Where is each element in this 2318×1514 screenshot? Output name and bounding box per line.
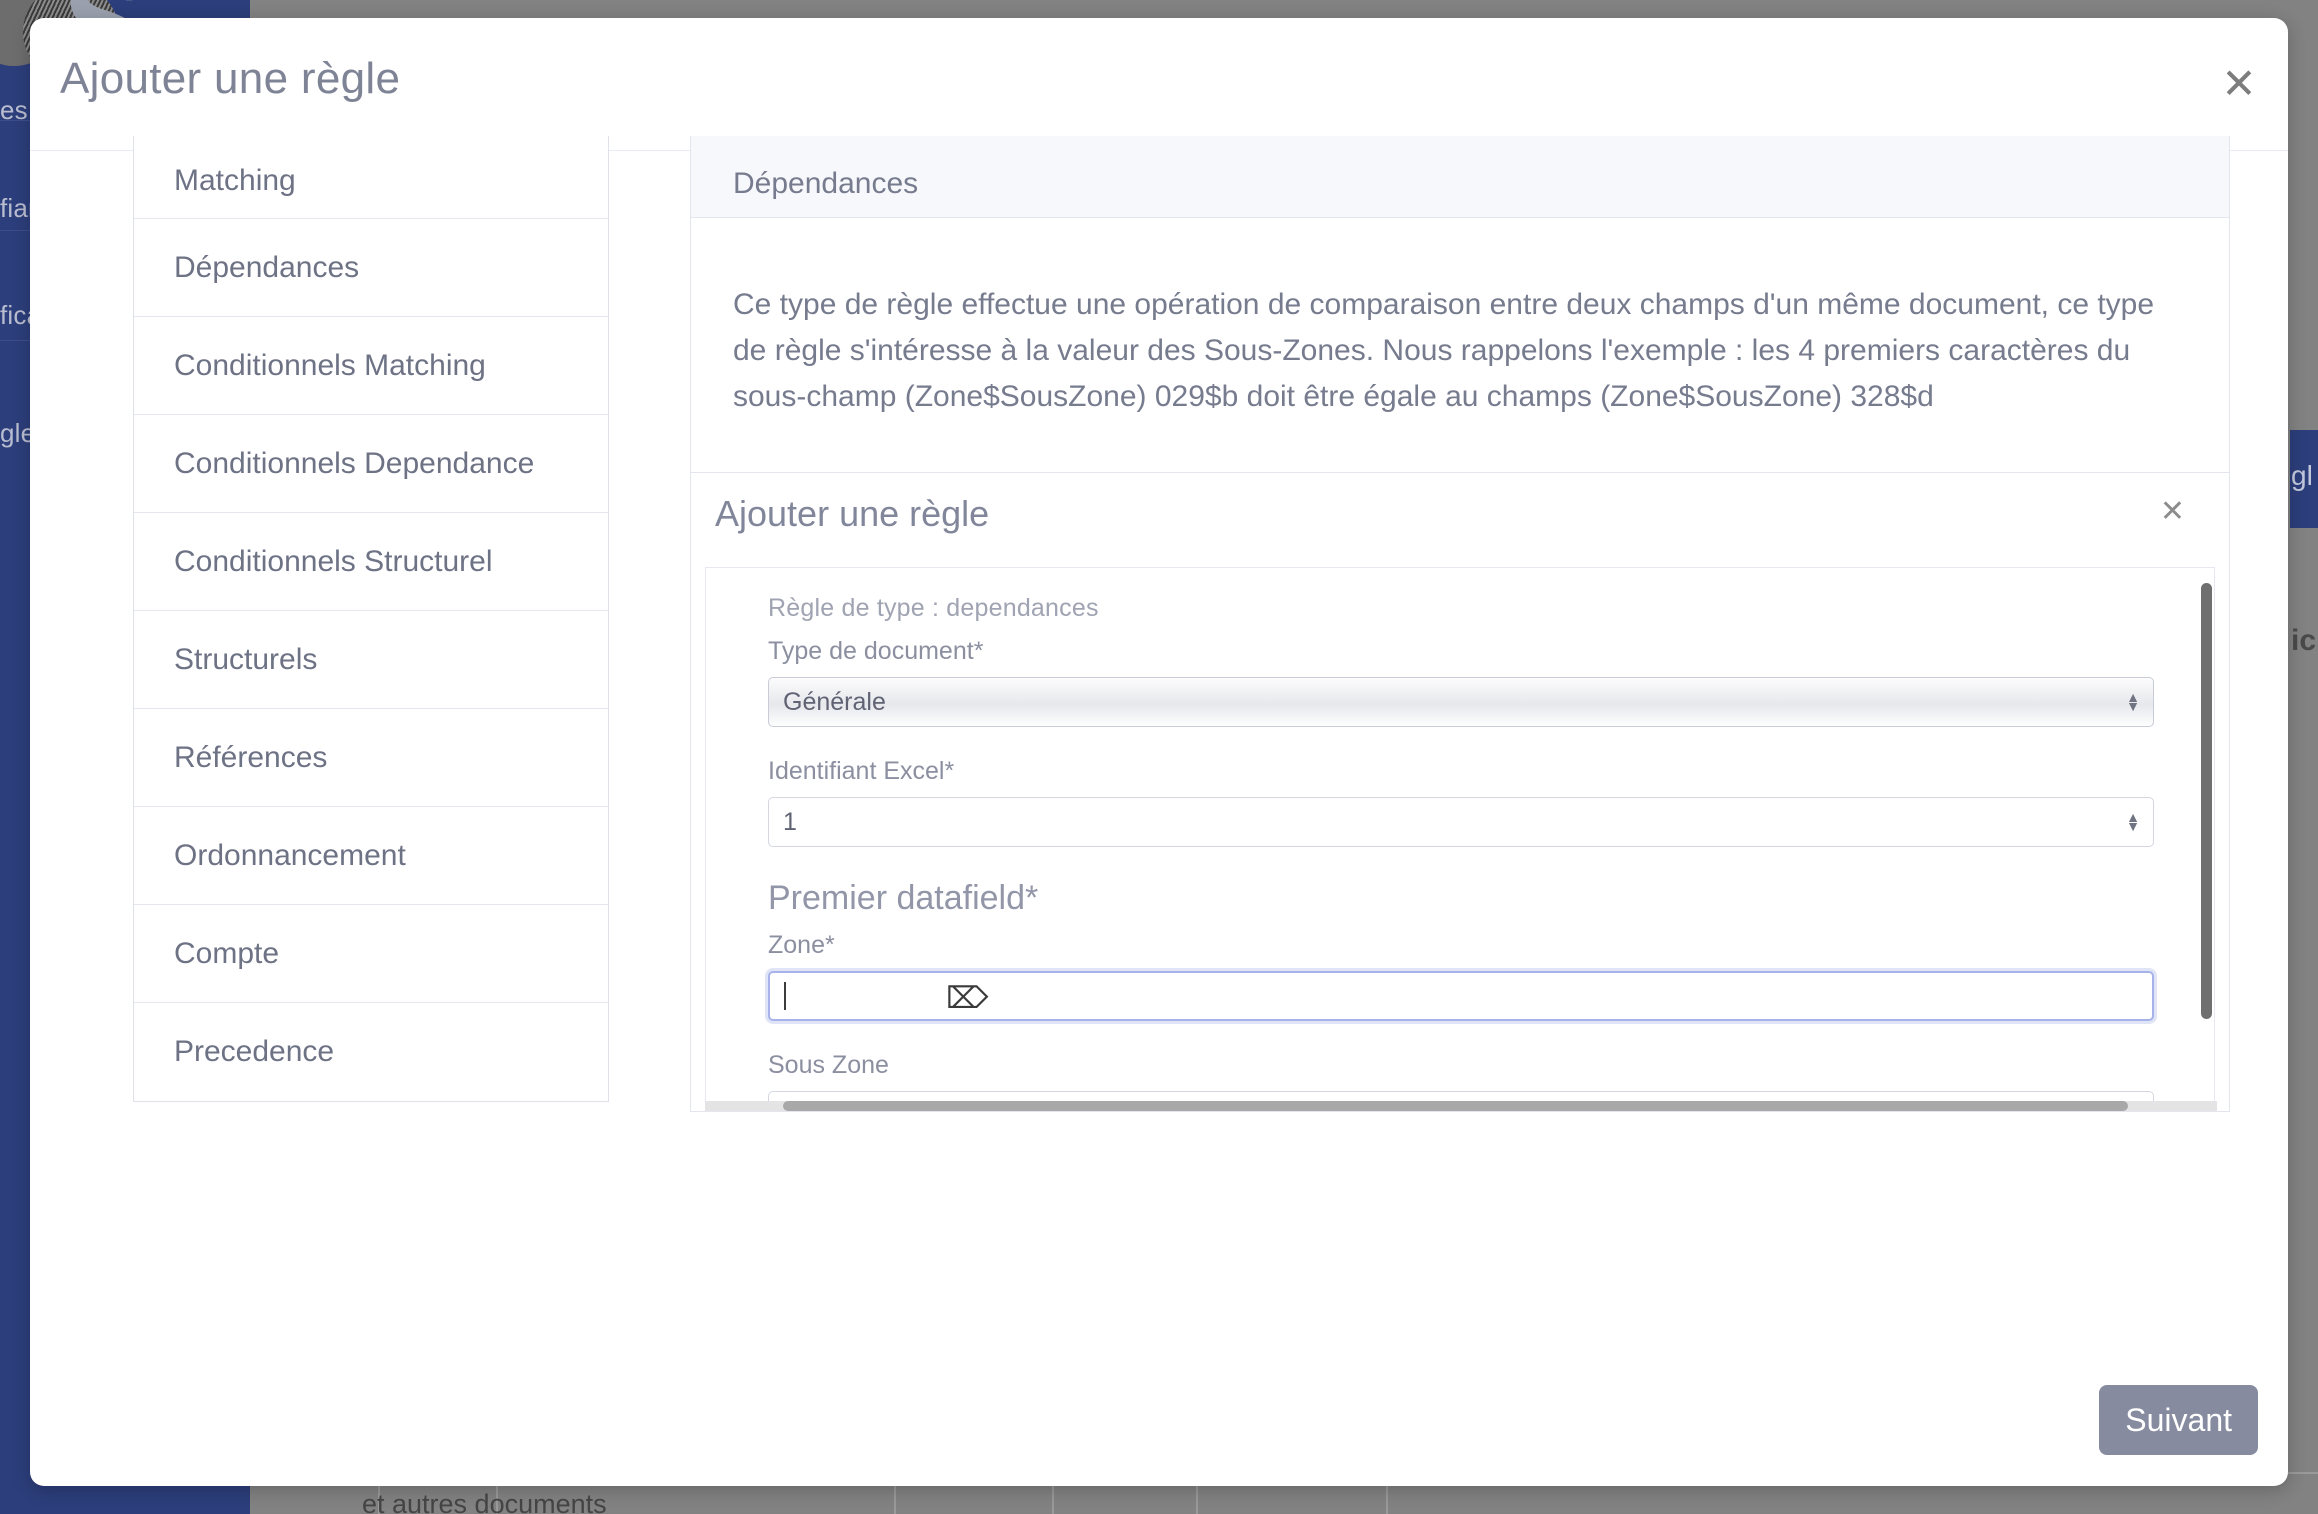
excel-id-label: Identifiant Excel* — [768, 757, 955, 785]
excel-id-value: 1 — [783, 807, 797, 836]
text-caret — [784, 982, 786, 1010]
document-type-select[interactable]: Générale ▲ ▼ — [768, 677, 2154, 727]
first-zone-input[interactable]: ⌦ — [768, 971, 2154, 1021]
sidebar-item-structurels[interactable]: Structurels — [134, 611, 608, 709]
background-chip-label: gl — [2291, 460, 2313, 491]
rule-nav-label: Références — [174, 740, 328, 774]
rule-nav-label: Conditionnels Matching — [174, 348, 486, 382]
rule-detail-panel: Dépendances Ce type de règle effectue un… — [690, 136, 2230, 1112]
modal-body: Matching Dépendances Conditionnels Match… — [30, 136, 2288, 1486]
chevron-updown-icon: ▲ ▼ — [2126, 689, 2140, 714]
next-button[interactable]: Suivant — [2099, 1385, 2258, 1455]
rule-nav-label: Dépendances — [174, 250, 360, 284]
excel-id-input[interactable]: 1 ▲ ▼ — [768, 797, 2154, 847]
rule-nav-label: Ordonnancement — [174, 838, 406, 872]
rule-form: Règle de type : dependances Type de docu… — [706, 568, 2214, 1110]
number-stepper-icon[interactable]: ▲ ▼ — [2126, 810, 2140, 833]
sidebar-item-references[interactable]: Références — [134, 709, 608, 807]
sidebar-item-conditionnels-matching[interactable]: Conditionnels Matching — [134, 317, 608, 415]
form-horizontal-scrollbar-thumb[interactable] — [783, 1101, 2128, 1111]
rule-nav-label: Structurels — [174, 642, 318, 676]
rule-nav-label: Conditionnels Dependance — [174, 446, 535, 480]
sidebar-item-precedence[interactable]: Precedence — [134, 1003, 608, 1101]
modal-footer: Suivant — [30, 1374, 2288, 1486]
table-cell-text: et autres documents — [362, 1489, 607, 1514]
close-icon[interactable]: ✕ — [2160, 497, 2185, 527]
rule-form-scroll-area: Règle de type : dependances Type de docu… — [705, 567, 2215, 1111]
mouse-text-cursor-icon: ⌦ — [946, 982, 989, 1015]
detail-heading: Dépendances — [691, 136, 2229, 218]
add-rule-card: Ajouter une règle ✕ Règle de type : depe… — [691, 472, 2229, 1111]
background-right-text: ic — [2291, 624, 2317, 657]
rule-nav-label: Conditionnels Structurel — [174, 544, 493, 578]
document-type-label: Type de document* — [768, 637, 984, 665]
rule-nav-label: Compte — [174, 936, 280, 970]
first-zone-label: Zone* — [768, 931, 835, 959]
modal-header: Ajouter une règle ✕ — [30, 18, 2288, 151]
form-vertical-scrollbar[interactable] — [2201, 569, 2212, 1110]
add-rule-card-title: Ajouter une règle — [715, 493, 990, 534]
sidebar-item-fragment[interactable]: es — [0, 95, 28, 126]
add-rule-modal: Ajouter une règle ✕ Matching Dépendances… — [30, 18, 2288, 1486]
page-title: Ajouter une règle — [60, 54, 401, 103]
sidebar-item-conditionnels-structurel[interactable]: Conditionnels Structurel — [134, 513, 608, 611]
sidebar-item-conditionnels-dependance[interactable]: Conditionnels Dependance — [134, 415, 608, 513]
document-type-value: Générale — [783, 687, 886, 716]
rule-nav-label: Precedence — [174, 1035, 335, 1068]
rule-nav-label: Matching — [174, 164, 296, 197]
sidebar-item-ordonnancement[interactable]: Ordonnancement — [134, 807, 608, 905]
form-vertical-scrollbar-thumb[interactable] — [2201, 583, 2212, 1019]
sidebar-item-compte[interactable]: Compte — [134, 905, 608, 1003]
rule-type-list: Matching Dépendances Conditionnels Match… — [133, 136, 609, 1102]
form-horizontal-scrollbar[interactable] — [705, 1101, 2217, 1111]
first-subzone-label: Sous Zone — [768, 1051, 889, 1079]
sidebar-item-matching[interactable]: Matching — [134, 136, 608, 219]
close-icon[interactable]: ✕ — [2217, 63, 2261, 108]
sidebar-item-dependances[interactable]: Dépendances — [134, 219, 608, 317]
rule-type-kicker: Règle de type : dependances — [768, 594, 1099, 622]
page-root: S es fian fica gle gl ic et autres docum… — [0, 0, 2318, 1514]
add-rule-card-header: Ajouter une règle ✕ — [691, 473, 2229, 567]
first-datafield-title: Premier datafield* — [768, 879, 1039, 917]
detail-description: Ce type de règle effectue une opération … — [733, 288, 2155, 413]
